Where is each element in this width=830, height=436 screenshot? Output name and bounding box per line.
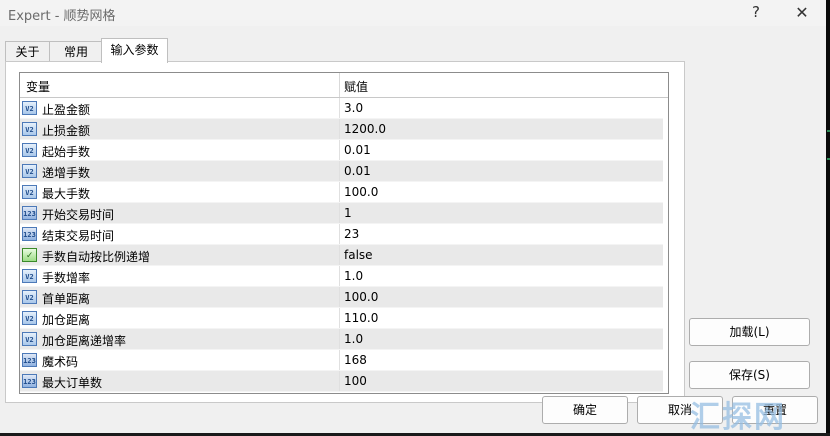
table-row[interactable]: V2 止盈金额 3.0 — [20, 98, 663, 119]
cell-divider — [339, 140, 340, 160]
tab-common[interactable]: 常用 — [49, 41, 103, 62]
cell-divider — [339, 287, 340, 307]
parameter-name: 开始交易时间 — [42, 208, 115, 222]
tab-inputs[interactable]: 输入参数 — [101, 38, 168, 63]
parameter-name: 加仓距离 — [42, 313, 91, 327]
parameter-value[interactable]: 1200.0 — [344, 122, 386, 136]
double-type-icon: V2 — [22, 269, 37, 283]
table-row[interactable]: V2 递增手数 0.01 — [20, 161, 663, 182]
title-bar: Expert - 顺势网格 ? ✕ — [0, 0, 826, 26]
parameter-name: 止盈金额 — [42, 103, 91, 117]
parameter-value[interactable]: 100 — [344, 374, 367, 388]
parameter-name: 止损金额 — [42, 124, 91, 138]
parameter-name: 最大订单数 — [42, 376, 103, 390]
double-type-icon: V2 — [22, 311, 37, 325]
cell-divider — [339, 308, 340, 328]
table-row[interactable]: 123 魔术码 168 — [20, 350, 663, 371]
table-row[interactable]: V2 加仓距离 110.0 — [20, 308, 663, 329]
parameter-value[interactable]: 0.01 — [344, 164, 371, 178]
column-header-value[interactable]: 赋值 — [344, 78, 368, 95]
watermark-logo: 汇探网 — [690, 400, 786, 435]
cell-divider — [339, 329, 340, 349]
table-row[interactable]: V2 最大手数 100.0 — [20, 182, 663, 203]
cell-divider — [339, 266, 340, 286]
integer-type-icon: 123 — [22, 227, 37, 241]
cell-divider — [339, 203, 340, 223]
table-row[interactable]: ✓ 手数自动按比例递增 false — [20, 245, 663, 266]
table-row[interactable]: V2 手数增率 1.0 — [20, 266, 663, 287]
double-type-icon: V2 — [22, 101, 37, 115]
parameter-value[interactable]: 100.0 — [344, 185, 378, 199]
cell-divider — [339, 161, 340, 181]
table-row[interactable]: 123 结束交易时间 23 — [20, 224, 663, 245]
table-row[interactable]: 123 开始交易时间 1 — [20, 203, 663, 224]
expert-properties-dialog: Expert - 顺势网格 ? ✕ 关于 常用 输入参数 变量 赋值 V2 止盈金… — [0, 0, 826, 435]
parameter-value[interactable]: 100.0 — [344, 290, 378, 304]
parameter-name: 手数增率 — [42, 271, 91, 285]
parameter-name: 起始手数 — [42, 145, 91, 159]
parameter-value[interactable]: 1.0 — [344, 332, 363, 346]
scrollbar-track[interactable] — [663, 98, 668, 393]
parameter-value[interactable]: false — [344, 248, 373, 262]
integer-type-icon: 123 — [22, 374, 37, 388]
cell-divider — [339, 98, 340, 118]
parameter-value[interactable]: 3.0 — [344, 101, 363, 115]
parameter-name: 手数自动按比例递增 — [42, 250, 151, 264]
parameter-value[interactable]: 1 — [344, 206, 352, 220]
parameter-name: 魔术码 — [42, 355, 79, 369]
parameter-value[interactable]: 168 — [344, 353, 367, 367]
window-title: Expert - 顺势网格 — [8, 9, 116, 24]
parameter-name: 最大手数 — [42, 187, 91, 201]
double-type-icon: V2 — [22, 290, 37, 304]
table-body: V2 止盈金额 3.0 V2 止损金额 1200.0 V2 起始手数 0.01 V2 递增手数 0.0… — [20, 98, 663, 392]
help-button[interactable]: ? — [736, 0, 776, 26]
table-row[interactable]: V2 止损金额 1200.0 — [20, 119, 663, 140]
parameter-name: 递增手数 — [42, 166, 91, 180]
bool-type-icon: ✓ — [22, 248, 37, 262]
load-button[interactable]: 加载(L) — [689, 318, 810, 346]
cell-divider — [339, 371, 340, 391]
parameter-name: 结束交易时间 — [42, 229, 115, 243]
table-row[interactable]: V2 加仓距离递增率 1.0 — [20, 329, 663, 350]
parameter-name: 首单距离 — [42, 292, 91, 306]
double-type-icon: V2 — [22, 185, 37, 199]
column-header-variable[interactable]: 变量 — [26, 78, 50, 95]
double-type-icon: V2 — [22, 164, 37, 178]
parameter-value[interactable]: 1.0 — [344, 269, 363, 283]
parameter-value[interactable]: 0.01 — [344, 143, 371, 157]
table-row[interactable]: V2 起始手数 0.01 — [20, 140, 663, 161]
parameter-value[interactable]: 23 — [344, 227, 359, 241]
integer-type-icon: 123 — [22, 353, 37, 367]
double-type-icon: V2 — [22, 332, 37, 346]
integer-type-icon: 123 — [22, 206, 37, 220]
column-divider[interactable] — [339, 73, 340, 97]
close-button[interactable]: ✕ — [782, 0, 822, 26]
inputs-panel: 变量 赋值 V2 止盈金额 3.0 V2 止损金额 1200.0 V2 起始手数 0.01 V2 递… — [5, 61, 685, 403]
ok-button[interactable]: 确定 — [542, 396, 628, 424]
table-row[interactable]: V2 首单距离 100.0 — [20, 287, 663, 308]
cell-divider — [339, 119, 340, 139]
cell-divider — [339, 182, 340, 202]
table-row[interactable]: 123 最大订单数 100 — [20, 371, 663, 392]
double-type-icon: V2 — [22, 143, 37, 157]
parameters-table: 变量 赋值 V2 止盈金额 3.0 V2 止损金额 1200.0 V2 起始手数 0.01 V2 递… — [19, 72, 669, 394]
cell-divider — [339, 350, 340, 370]
save-button[interactable]: 保存(S) — [689, 361, 810, 389]
table-header: 变量 赋值 — [20, 73, 668, 98]
cell-divider — [339, 245, 340, 265]
cell-divider — [339, 224, 340, 244]
parameter-name: 加仓距离递增率 — [42, 334, 127, 348]
tab-about[interactable]: 关于 — [5, 41, 50, 62]
background-chart-strip — [826, 0, 830, 433]
parameter-value[interactable]: 110.0 — [344, 311, 378, 325]
double-type-icon: V2 — [22, 122, 37, 136]
